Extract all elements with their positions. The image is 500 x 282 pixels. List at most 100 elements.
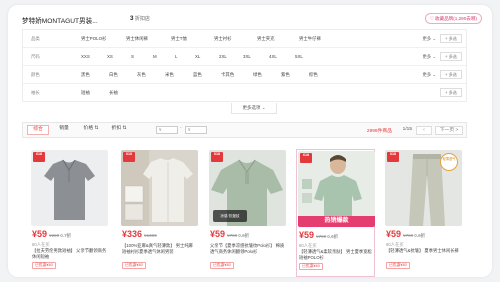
- product-image[interactable]: 618: [121, 150, 198, 226]
- promo-badge: 618: [300, 153, 312, 163]
- filter-option[interactable]: 白色: [109, 72, 118, 78]
- promo-badge: 618: [33, 152, 45, 162]
- filter-multi-select-button[interactable]: + 多选: [440, 70, 462, 79]
- product-image[interactable]: 618 轻薄透气: [385, 150, 462, 226]
- filter-option[interactable]: 米色: [165, 72, 174, 78]
- product-count: 2999件商品: [367, 127, 392, 134]
- price-value: ¥59: [386, 229, 402, 239]
- shop-header: 梦特娇MONTAGUT男装... 3 折扣店 ♡收藏品牌(1,290去哪): [22, 12, 482, 28]
- prev-page-button[interactable]: <: [416, 126, 432, 135]
- filter-option[interactable]: 3XL: [243, 54, 251, 59]
- product-card[interactable]: 618 ¥336 ¥1399 【100%亚麻&真气轻薄款】 男士纯麻短袖衬衫夏季透…: [120, 149, 199, 277]
- filter-option[interactable]: S: [131, 54, 134, 59]
- filter-option[interactable]: 长袖: [109, 90, 118, 96]
- original-price: ¥1399: [144, 233, 157, 238]
- sort-bar: 综合 销量 价格 ⇅ 折扣 ⇅ ¥ - ¥ 2999件商品 1/15 < 下一页…: [22, 122, 467, 138]
- sort-tab-discount[interactable]: 折扣 ⇅: [107, 125, 131, 135]
- original-price: ¥799: [403, 233, 414, 238]
- page-indicator: 1/15: [402, 127, 412, 132]
- product-card[interactable]: 618 ¥59 ¥2990.7折 80人在买 【拉夫劳伦男款短袖】 父亲节翻领商务…: [30, 149, 109, 277]
- filter-option[interactable]: L: [175, 54, 177, 59]
- filter-option[interactable]: XXS: [81, 54, 90, 59]
- product-count-suffix: 商品: [382, 129, 392, 134]
- filter-option[interactable]: M: [153, 54, 157, 59]
- sort-tab-sales[interactable]: 销量: [53, 125, 75, 135]
- shop-page: 梦特娇MONTAGUT男装... 3 折扣店 ♡收藏品牌(1,290去哪) 品类…: [8, 5, 492, 277]
- product-price: ¥59 ¥7990.6折: [210, 229, 249, 239]
- filter-label: 品类: [31, 36, 40, 41]
- filter-option[interactable]: 4XL: [269, 54, 277, 59]
- filter-option[interactable]: 男士T恤: [171, 36, 187, 42]
- filter-multi-select-button[interactable]: + 多选: [440, 34, 462, 43]
- sort-tab-price[interactable]: 价格 ⇅: [79, 125, 103, 135]
- product-title[interactable]: 【100%亚麻&真气轻薄款】 男士纯麻短袖衬衫夏季透气休闲男装: [122, 243, 197, 255]
- filter-option[interactable]: 卡其色: [221, 72, 234, 78]
- filter-option[interactable]: 男士POLO衫: [81, 36, 106, 42]
- filter-option[interactable]: 2XL: [219, 54, 227, 59]
- price-range-dash: -: [180, 126, 182, 131]
- filter-label: 尺码: [31, 54, 40, 59]
- filter-option[interactable]: 绿色: [253, 72, 262, 78]
- filter-multi-select-button[interactable]: + 多选: [440, 52, 462, 61]
- product-card[interactable]: 618 凉感·抗皱纹 ¥59 ¥7990.6折 父亲节【夏季凉感抗皱纹Polo衫】…: [208, 149, 287, 277]
- product-image[interactable]: 618 凉感·抗皱纹: [209, 150, 286, 226]
- product-image[interactable]: 618: [31, 150, 108, 226]
- filter-option[interactable]: 灰色: [137, 72, 146, 78]
- shop-rating-value: 3: [130, 15, 134, 22]
- filter-multi-select-button[interactable]: + 多选: [440, 88, 462, 97]
- product-card[interactable]: 618 热销爆款 ¥59 ¥7990.6折 80人在买 【轻薄透气&柔软亲肤】 男…: [296, 149, 375, 277]
- sort-tab-comprehensive[interactable]: 综合: [27, 125, 49, 135]
- product-card[interactable]: 618 轻薄透气 ¥59 ¥7990.6折 80人在买 【轻薄透气&抗皱】 夏季男…: [384, 149, 463, 277]
- coupon-tag: 已优惠¥40: [299, 263, 323, 270]
- shop-rating: 3 折扣店: [130, 15, 150, 22]
- filter-option[interactable]: XS: [107, 54, 113, 59]
- filter-option[interactable]: 男士牛仔裤: [299, 36, 321, 42]
- price-min-input[interactable]: ¥: [156, 126, 178, 134]
- filter-row-category: 品类 男士POLO衫 男士休闲裤 男士T恤 男士衬衫 男士夹克 男士牛仔裤 更多…: [23, 30, 466, 48]
- shop-name[interactable]: 梦特娇MONTAGUT男装...: [22, 15, 98, 25]
- coupon-tag: 已优惠¥40: [210, 262, 234, 269]
- product-title[interactable]: 【轻薄透气&抗皱】 夏季男士休闲长裤: [386, 248, 461, 260]
- filter-row-color: 颜色 黑色 白色 灰色 米色 蓝色 卡其色 绿色 紫色 棕色 更多 ⌄ + 多选: [23, 66, 466, 84]
- favorite-brand-button[interactable]: ♡收藏品牌(1,290去哪): [424, 13, 482, 24]
- promo-badge: 618: [211, 152, 223, 162]
- heart-icon: ♡: [429, 16, 434, 21]
- filter-option[interactable]: 男士休闲裤: [126, 36, 148, 42]
- product-price: ¥59 ¥7990.6折: [299, 230, 338, 240]
- product-title[interactable]: 父亲节【夏季凉感抗皱纹Polo衫】 棉质透气商务休闲翻领Polo衫: [210, 243, 285, 255]
- price-value: ¥59: [210, 229, 226, 239]
- next-page-button[interactable]: 下一页 >: [435, 126, 463, 135]
- filter-more-button[interactable]: 更多 ⌄: [422, 72, 436, 78]
- more-options-button[interactable]: 更多选项 ⌄: [231, 103, 277, 114]
- filter-option[interactable]: XL: [195, 54, 200, 59]
- price-value: ¥59: [32, 229, 48, 239]
- filter-option[interactable]: 棕色: [309, 72, 318, 78]
- filter-more-button[interactable]: 更多 ⌄: [422, 36, 436, 42]
- filter-option[interactable]: 短袖: [81, 90, 90, 96]
- product-price: ¥336 ¥1399: [122, 229, 158, 239]
- product-title[interactable]: 【轻薄透气&柔软亲肤】 男士夏季宽松短袖POLO衫: [299, 249, 374, 261]
- coupon-tag: 已优惠¥40: [122, 262, 146, 269]
- filter-option[interactable]: 男士衬衫: [214, 36, 232, 42]
- coupon-tag: 已优惠¥40: [386, 262, 410, 269]
- filter-option[interactable]: 5XL: [295, 54, 303, 59]
- filter-option[interactable]: 蓝色: [193, 72, 202, 78]
- filter-option[interactable]: 紫色: [281, 72, 290, 78]
- product-grid: 618 ¥59 ¥2990.7折 80人在买 【拉夫劳伦男款短袖】 父亲节翻领商务…: [30, 149, 478, 277]
- product-image[interactable]: 618 热销爆款: [298, 151, 375, 227]
- promo-badge: 618: [387, 152, 399, 162]
- filter-label: 袖长: [31, 90, 40, 95]
- filter-more-button[interactable]: 更多 ⌄: [422, 54, 436, 60]
- filter-row-size: 尺码 XXS XS S M L XL 2XL 3XL 4XL 5XL 更多 ⌄ …: [23, 48, 466, 66]
- favorite-brand-label: 收藏品牌(1,290去哪): [434, 16, 477, 21]
- product-title[interactable]: 【拉夫劳伦男款短袖】 父亲节翻领商务休闲短袖: [32, 248, 107, 260]
- shop-rating-suffix: 折扣店: [134, 16, 150, 22]
- price-value: ¥336: [122, 229, 143, 239]
- price-value: ¥59: [299, 230, 315, 240]
- price-max-input[interactable]: ¥: [185, 126, 207, 134]
- product-price: ¥59 ¥2990.7折: [32, 229, 71, 239]
- filter-label: 颜色: [31, 72, 40, 77]
- filter-option[interactable]: 男士夹克: [257, 36, 275, 42]
- discount-text: 0.6折: [238, 233, 250, 238]
- filter-option[interactable]: 黑色: [81, 72, 90, 78]
